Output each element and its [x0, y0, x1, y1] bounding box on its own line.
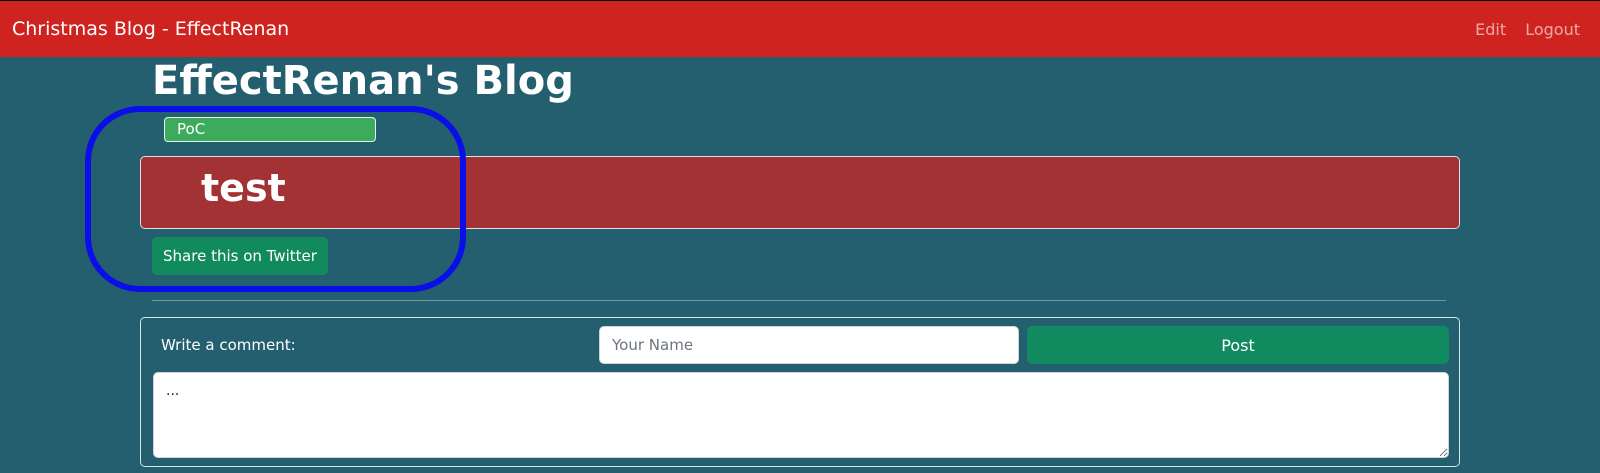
blog-title: EffectRenan's Blog — [152, 58, 574, 104]
share-twitter-button[interactable]: Share this on Twitter — [152, 237, 328, 275]
nav-links: Edit Logout — [1461, 20, 1580, 39]
logout-link[interactable]: Logout — [1525, 20, 1580, 39]
section-divider — [152, 300, 1446, 301]
post-comment-button[interactable]: Post — [1027, 326, 1449, 364]
post-title: test — [201, 166, 286, 210]
post-card: test — [140, 156, 1460, 229]
comment-form: Write a comment: Post ... — [140, 317, 1460, 467]
name-input[interactable] — [599, 326, 1019, 364]
top-navbar: Christmas Blog - EffectRenan Edit Logout — [0, 0, 1600, 57]
comment-label: Write a comment: — [161, 336, 296, 354]
brand-link[interactable]: Christmas Blog - EffectRenan — [12, 18, 289, 40]
comment-textarea[interactable]: ... — [153, 372, 1449, 458]
post-tag[interactable]: PoC — [164, 117, 376, 142]
edit-link[interactable]: Edit — [1475, 20, 1506, 39]
